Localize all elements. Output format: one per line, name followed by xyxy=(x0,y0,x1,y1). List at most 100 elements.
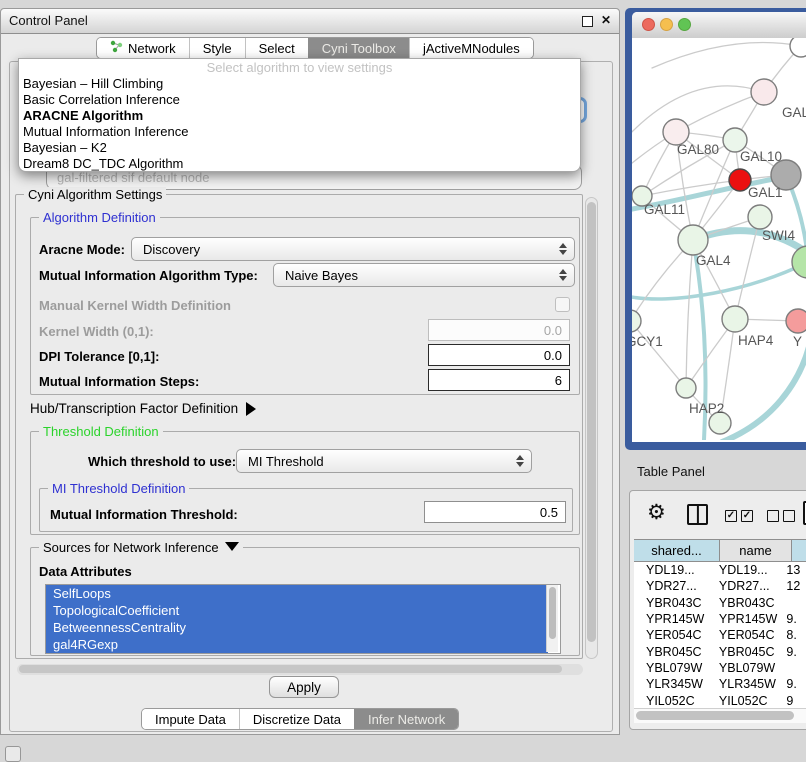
node-label-gal4: GAL4 xyxy=(696,253,731,268)
close-icon[interactable]: ✕ xyxy=(601,13,611,27)
close-traffic-light[interactable] xyxy=(642,18,655,31)
screen: Control Panel ✕ Network Style Select Cyn… xyxy=(0,0,806,762)
network-canvas[interactable]: GALGAL80GAL10GAL1GAL11SWI4GAL4GCY1HAP4YH… xyxy=(632,38,806,440)
tab-discretize-data[interactable]: Discretize Data xyxy=(239,709,354,729)
mi-threshold-definition-title: MI Threshold Definition xyxy=(48,481,189,496)
threshold-definition-group: Threshold Definition Which threshold to … xyxy=(30,431,580,535)
table-header-row[interactable]: shared...nameA xyxy=(634,539,806,562)
node-gcy1[interactable] xyxy=(632,310,641,332)
node-label-gcy1: GCY1 xyxy=(632,334,663,349)
table-settings-gear-icon[interactable]: ⚙ xyxy=(647,500,666,524)
node-pink-right[interactable] xyxy=(786,309,806,333)
algorithm-option[interactable]: Dream8 DC_TDC Algorithm xyxy=(19,156,580,172)
table-panel-area: Table Panel ⚙ ✓✓ shared...nameA YDL19...… xyxy=(625,450,806,762)
bottom-left-widget-icon[interactable] xyxy=(5,746,21,762)
algorithm-option[interactable]: Bayesian – K2 xyxy=(19,140,580,156)
network-window-titlebar[interactable] xyxy=(632,12,806,39)
table-column-header[interactable]: name xyxy=(720,539,792,562)
table-cell: YDL19... xyxy=(714,563,781,577)
list-scrollbar[interactable] xyxy=(546,585,558,652)
mi-threshold-label: Mutual Information Threshold: xyxy=(50,507,238,522)
table-cell: 9. xyxy=(780,645,806,659)
table-row[interactable]: YBR045CYBR045C9. xyxy=(634,643,806,659)
select-all-checkboxes-icon[interactable]: ✓✓ xyxy=(725,510,753,522)
settings-group-title: Cyni Algorithm Settings xyxy=(24,187,166,202)
table-row[interactable]: YDR27...YDR27...12 xyxy=(634,578,806,594)
table-column-header[interactable]: shared... xyxy=(634,539,720,562)
tab-select[interactable]: Select xyxy=(245,38,308,58)
mi-steps-label: Mutual Information Steps: xyxy=(39,374,199,389)
table-row[interactable]: YDL19...YDL19...13 xyxy=(634,562,806,578)
algorithm-option[interactable]: Basic Correlation Inference xyxy=(19,92,580,108)
table-row[interactable]: YLR345WYLR345W9. xyxy=(634,676,806,692)
node-hap4[interactable] xyxy=(722,306,748,332)
mi-steps-input[interactable]: 6 xyxy=(428,369,570,391)
attribute-list-item[interactable]: TopologicalCoefficient xyxy=(46,602,548,619)
deselect-all-checkboxes-icon[interactable] xyxy=(767,510,795,522)
table-cell: 12 xyxy=(780,579,806,593)
spinner-arrows-icon xyxy=(559,269,567,281)
table-cell: YPR145W xyxy=(634,612,714,626)
manual-kernel-checkbox[interactable] xyxy=(555,297,570,312)
zoom-traffic-light[interactable] xyxy=(678,18,691,31)
mi-type-label: Mutual Information Algorithm Type: xyxy=(39,268,258,283)
apply-button-label: Apply xyxy=(287,680,321,695)
unchecked-box-icon xyxy=(783,510,795,522)
table-horizontal-scrollbar[interactable] xyxy=(634,708,806,723)
node-ring[interactable] xyxy=(790,38,806,57)
sources-title[interactable]: Sources for Network Inference xyxy=(39,540,243,555)
data-attributes-list[interactable]: SelfLoopsTopologicalCoefficientBetweenne… xyxy=(45,584,561,654)
tab-jactivemnodules[interactable]: jActiveMNodules xyxy=(409,38,533,58)
node-label-gal1: GAL1 xyxy=(748,185,783,200)
node-label-gal10: GAL10 xyxy=(740,149,782,164)
table-row[interactable]: YBR043CYBR043C xyxy=(634,595,806,611)
column-visibility-icon[interactable] xyxy=(687,504,708,525)
algorithm-option[interactable]: Bayesian – Hill Climbing xyxy=(19,76,580,92)
hub-definition-label: Hub/Transcription Factor Definition xyxy=(30,401,238,416)
tab-impute-data[interactable]: Impute Data xyxy=(142,709,239,729)
apply-button[interactable]: Apply xyxy=(269,676,339,698)
algorithm-option[interactable]: Mutual Information Inference xyxy=(19,124,580,140)
tab-cyni-toolbox[interactable]: Cyni Toolbox xyxy=(308,38,409,58)
settings-horizontal-scrollbar[interactable] xyxy=(17,664,583,675)
table-row[interactable]: YER054CYER054C8. xyxy=(634,627,806,643)
mi-steps-value: 6 xyxy=(555,373,562,388)
node-big-green[interactable] xyxy=(792,246,806,278)
node-hap2[interactable] xyxy=(676,378,696,398)
aracne-mode-value: Discovery xyxy=(143,242,200,257)
node-label-hap2: HAP2 xyxy=(689,401,724,416)
table-row[interactable]: YPR145WYPR145W9. xyxy=(634,611,806,627)
attribute-list-item[interactable]: BetweennessCentrality xyxy=(46,619,548,636)
tab-label: jActiveMNodules xyxy=(423,41,520,56)
table-cell: YBR045C xyxy=(634,645,714,659)
which-threshold-select[interactable]: MI Threshold xyxy=(236,449,532,473)
node-pink-top[interactable] xyxy=(751,79,777,105)
settings-vertical-scrollbar[interactable] xyxy=(585,197,598,659)
algorithm-option[interactable]: ARACNE Algorithm xyxy=(19,108,580,124)
aracne-mode-select[interactable]: Discovery xyxy=(131,237,575,261)
table-cell: YER054C xyxy=(714,628,781,642)
table-row[interactable]: YIL052CYIL052C9 xyxy=(634,692,806,708)
threshold-definition-title: Threshold Definition xyxy=(39,424,163,439)
node-gal4[interactable] xyxy=(678,225,708,255)
float-window-icon[interactable] xyxy=(582,16,593,27)
attribute-list-item[interactable]: gal4RGexp xyxy=(46,636,548,653)
control-panel-titlebar[interactable]: Control Panel ✕ xyxy=(1,9,619,34)
node-swi4[interactable] xyxy=(748,205,772,229)
table-cell: YLR345W xyxy=(714,677,781,691)
unchecked-box-icon xyxy=(767,510,779,522)
tab-style[interactable]: Style xyxy=(189,38,245,58)
attribute-list-item[interactable]: SelfLoops xyxy=(46,585,548,602)
minimize-traffic-light[interactable] xyxy=(660,18,673,31)
hub-definition-toggle[interactable]: Hub/Transcription Factor Definition xyxy=(30,401,256,416)
tab-network[interactable]: Network xyxy=(97,38,189,58)
dpi-tolerance-input[interactable]: 0.0 xyxy=(428,344,570,366)
mi-threshold-input[interactable]: 0.5 xyxy=(424,501,566,523)
table-row[interactable]: YBL079WYBL079W xyxy=(634,660,806,676)
dropdown-placeholder: Select algorithm to view settings xyxy=(19,59,580,76)
kernel-width-input[interactable]: 0.0 xyxy=(428,319,570,341)
table-column-header[interactable]: A xyxy=(792,539,806,562)
table-cell: 8. xyxy=(780,628,806,642)
mi-type-select[interactable]: Naive Bayes xyxy=(273,263,575,287)
tab-infer-network[interactable]: Infer Network xyxy=(354,709,458,729)
